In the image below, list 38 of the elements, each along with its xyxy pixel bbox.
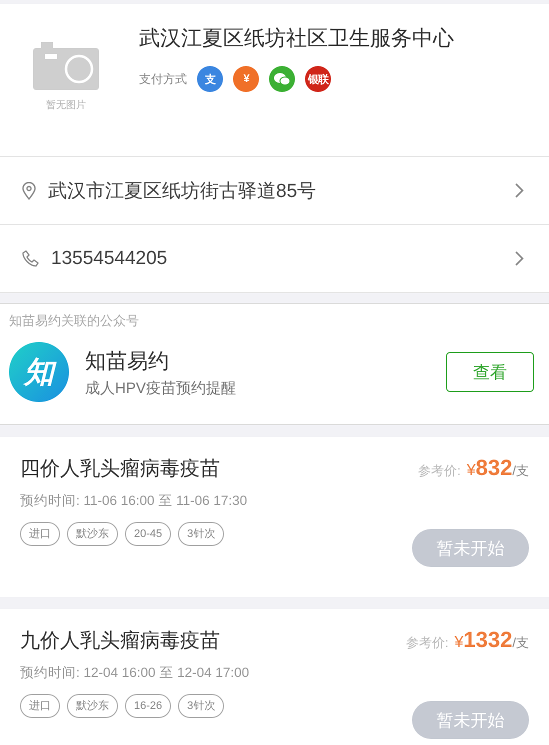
appointment-time: 预约时间: 11-06 16:00 至 11-06 17:30 bbox=[20, 492, 248, 510]
appointment-time: 预约时间: 12-04 16:00 至 12-04 17:00 bbox=[20, 664, 250, 682]
price-currency: ¥ bbox=[454, 634, 464, 652]
tag: 16-26 bbox=[125, 694, 172, 718]
tag: 进口 bbox=[20, 694, 60, 718]
chevron-right-icon bbox=[515, 251, 524, 266]
price-unit: /支 bbox=[512, 634, 529, 652]
camera-icon bbox=[33, 40, 99, 90]
price-label: 参考价: bbox=[406, 634, 449, 652]
tag: 20-45 bbox=[125, 522, 172, 546]
view-button[interactable]: 查看 bbox=[446, 352, 534, 392]
payment-label: 支付方式 bbox=[139, 70, 187, 88]
tag: 默沙东 bbox=[67, 522, 118, 546]
price-label: 参考价: bbox=[418, 462, 461, 480]
price-unit: /支 bbox=[512, 462, 529, 480]
tag: 3针次 bbox=[178, 522, 224, 546]
section-heading: 知苗易约关联的公众号 bbox=[9, 312, 140, 330]
price-currency: ¥ bbox=[466, 462, 476, 480]
app-logo: 知 bbox=[9, 342, 69, 402]
tag: 进口 bbox=[20, 522, 60, 546]
price-value: 832 bbox=[476, 455, 512, 481]
account-description: 成人HPV疫苗预约提醒 bbox=[85, 378, 237, 398]
address-row[interactable]: 武汉市江夏区纸坊街古驿道85号 bbox=[0, 157, 549, 225]
payment-icon: ¥ bbox=[233, 66, 259, 92]
chevron-right-icon bbox=[515, 183, 524, 198]
clinic-name: 武汉江夏区纸坊社区卫生服务中心 bbox=[139, 26, 454, 52]
tag: 默沙东 bbox=[67, 694, 118, 718]
payment-icon: 银联 bbox=[305, 66, 331, 92]
vaccine-name: 四价人乳头瘤病毒疫苗 bbox=[20, 457, 221, 482]
no-image-text: 暂无图片 bbox=[46, 98, 86, 112]
phone-row[interactable]: 13554544205 bbox=[0, 225, 549, 293]
vaccine-name: 九价人乳头瘤病毒疫苗 bbox=[20, 629, 221, 654]
location-pin-icon bbox=[22, 182, 36, 200]
payment-icon: 支 bbox=[197, 66, 223, 92]
phone-icon bbox=[22, 250, 39, 267]
tag: 3针次 bbox=[178, 694, 224, 718]
account-name: 知苗易约 bbox=[85, 348, 170, 374]
price-value: 1332 bbox=[463, 627, 512, 653]
